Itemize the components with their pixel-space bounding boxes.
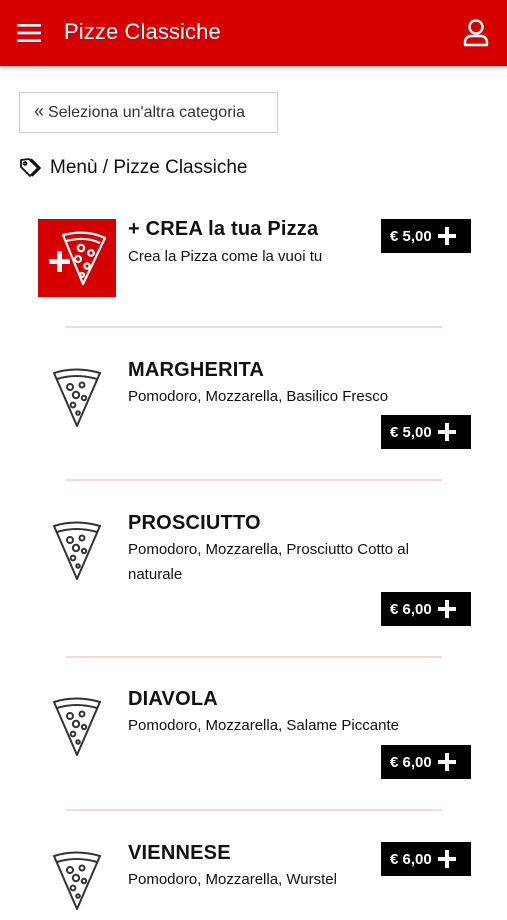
plus-icon — [437, 423, 456, 441]
select-other-category-button[interactable]: « Seleziona un'altra categoria — [19, 92, 278, 133]
item-name: + CREA la tua Pizza — [128, 218, 319, 240]
pizza-slice-icon — [38, 512, 116, 590]
item-description: Pomodoro, Mozzarella, Salame Piccante — [128, 717, 399, 734]
item-name: VIENNESE — [128, 842, 231, 864]
item-name: PROSCIUTTO — [128, 512, 261, 534]
breadcrumb: Menù / Pizze Classiche — [19, 156, 247, 180]
create-pizza-slice-icon — [38, 219, 116, 297]
plus-icon — [437, 600, 456, 618]
plus-icon — [437, 227, 456, 245]
app-header: Pizze Classiche — [0, 0, 507, 66]
item-description: Pomodoro, Mozzarella, Prosciutto Cotto a… — [128, 541, 409, 583]
item-price: € 5,00 — [390, 423, 432, 441]
item-price: € 5,00 — [390, 227, 432, 245]
pizza-slice-icon — [38, 359, 116, 437]
add-to-cart-button[interactable]: € 5,00 — [381, 415, 471, 449]
user-icon[interactable] — [459, 16, 493, 50]
item-description: Pomodoro, Mozzarella, Basilico Fresco — [128, 388, 389, 405]
add-to-cart-button[interactable]: € 6,00 — [381, 842, 471, 876]
hamburger-menu-icon[interactable] — [12, 17, 46, 49]
back-button-label: Seleziona un'altra categoria — [48, 103, 245, 121]
item-price: € 6,00 — [390, 600, 432, 618]
item-name: DIAVOLA — [128, 688, 218, 710]
pizza-slice-icon — [38, 842, 116, 920]
pizza-slice-icon — [38, 688, 116, 766]
breadcrumb-text: Menù / Pizze Classiche — [50, 157, 248, 178]
add-to-cart-button[interactable]: € 6,00 — [381, 592, 471, 626]
divider — [66, 656, 442, 658]
item-name: MARGHERITA — [128, 359, 265, 381]
tag-icon — [19, 157, 45, 179]
item-price: € 6,00 — [390, 753, 432, 771]
divider — [66, 809, 442, 811]
divider — [66, 326, 442, 328]
divider — [66, 479, 442, 481]
page-title: Pizze Classiche — [64, 19, 221, 44]
plus-icon — [437, 850, 456, 868]
item-price: € 6,00 — [390, 850, 432, 868]
plus-icon — [437, 753, 456, 771]
double-chevron-left-icon: « — [34, 100, 45, 121]
add-to-cart-button[interactable]: € 6,00 — [381, 745, 471, 779]
add-to-cart-button[interactable]: € 5,00 — [381, 219, 471, 253]
